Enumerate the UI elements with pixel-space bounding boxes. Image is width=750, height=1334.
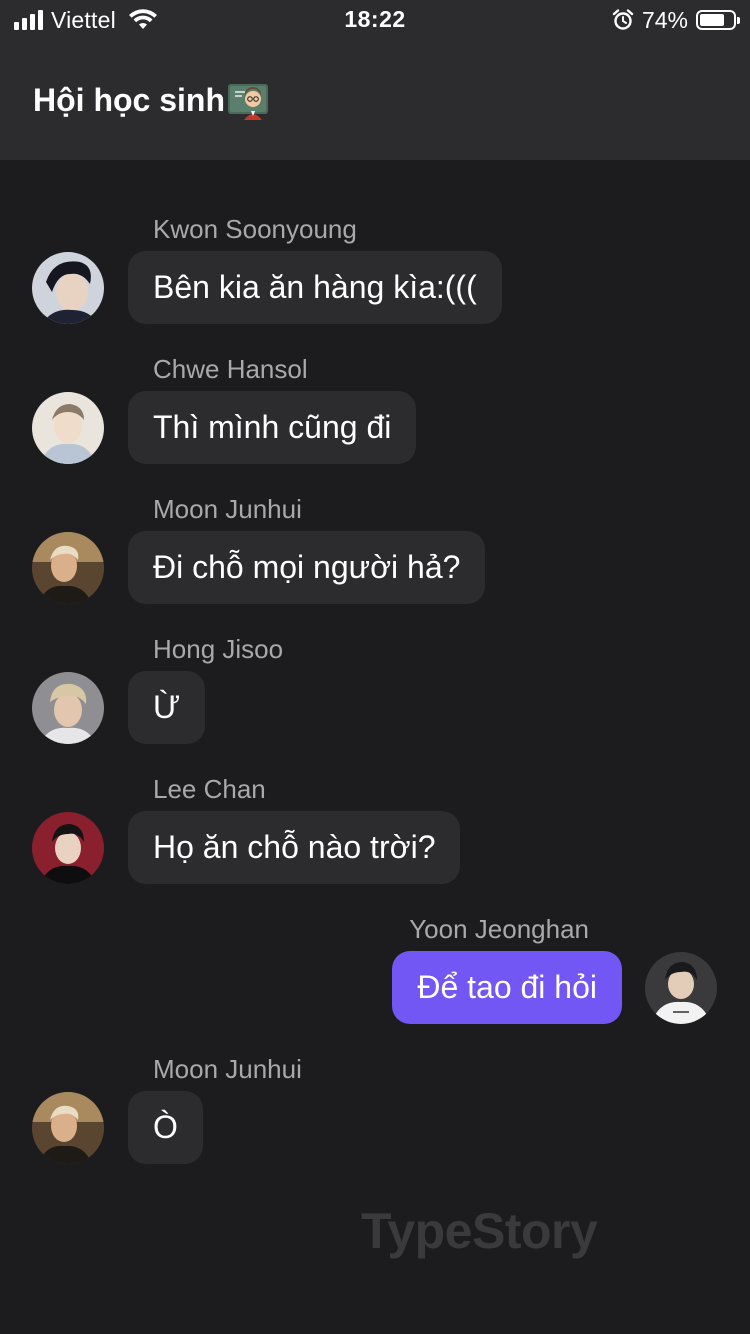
message-row: Lee Chan Họ ăn chỗ nào trời? xyxy=(0,774,750,914)
avatar[interactable] xyxy=(32,252,104,324)
sender-name: Yoon Jeonghan xyxy=(409,914,589,944)
message-row: Moon Junhui Ò xyxy=(0,1054,750,1194)
avatar-image xyxy=(645,952,717,1024)
message-row-self: Yoon Jeonghan Để tao đi hỏi xyxy=(0,914,750,1054)
sender-name: Lee Chan xyxy=(153,774,266,804)
status-bar: Viettel 18:22 74% xyxy=(0,0,750,42)
message-row: Kwon Soonyoung Bên kia ăn hàng kìa:((( xyxy=(0,214,750,354)
avatar-image xyxy=(32,1092,104,1164)
battery-icon xyxy=(696,10,740,30)
alarm-icon xyxy=(612,9,634,30)
avatar[interactable] xyxy=(32,812,104,884)
sender-name: Moon Junhui xyxy=(153,1054,302,1084)
sender-name: Chwe Hansol xyxy=(153,354,308,384)
message-bubble[interactable]: Ò xyxy=(128,1091,203,1164)
avatar[interactable] xyxy=(645,952,717,1024)
avatar-image xyxy=(32,252,104,324)
avatar-image xyxy=(32,672,104,744)
chat-header: Hội học sinh xyxy=(0,42,750,160)
battery-nub xyxy=(737,17,740,24)
sender-name: Moon Junhui xyxy=(153,494,302,524)
sender-name: Hong Jisoo xyxy=(153,634,284,664)
avatar[interactable] xyxy=(32,1092,104,1164)
group-title-text: Hội học sinh xyxy=(33,81,225,118)
avatar-image xyxy=(32,532,104,604)
message-bubble[interactable]: Thì mình cũng đi xyxy=(128,391,417,464)
teacher-emoji-icon xyxy=(228,84,268,120)
battery-percent: 74% xyxy=(641,6,688,33)
message-bubble[interactable]: Đi chỗ mọi người hả? xyxy=(128,531,486,604)
avatar[interactable] xyxy=(32,392,104,464)
message-bubble[interactable]: Bên kia ăn hàng kìa:((( xyxy=(128,251,502,324)
message-bubble[interactable]: Họ ăn chỗ nào trời? xyxy=(128,811,461,884)
status-right: 74% xyxy=(612,6,740,34)
avatar[interactable] xyxy=(32,532,104,604)
avatar-image xyxy=(32,392,104,464)
message-row: Hong Jisoo Ừ xyxy=(0,634,750,774)
chat-screen: Viettel 18:22 74% Hội học sinh Kwon Soon… xyxy=(0,0,750,1334)
watermark: TypeStory xyxy=(361,1203,598,1259)
avatar[interactable] xyxy=(32,672,104,744)
message-row: Moon Junhui Đi chỗ mọi người hả? xyxy=(0,494,750,634)
message-row: Chwe Hansol Thì mình cũng đi xyxy=(0,354,750,494)
group-title[interactable]: Hội học sinh xyxy=(33,80,269,120)
battery-fill xyxy=(700,14,724,26)
message-bubble-self[interactable]: Để tao đi hỏi xyxy=(392,951,622,1024)
message-bubble[interactable]: Ừ xyxy=(128,671,206,744)
avatar-image xyxy=(32,812,104,884)
sender-name: Kwon Soonyoung xyxy=(153,214,357,244)
